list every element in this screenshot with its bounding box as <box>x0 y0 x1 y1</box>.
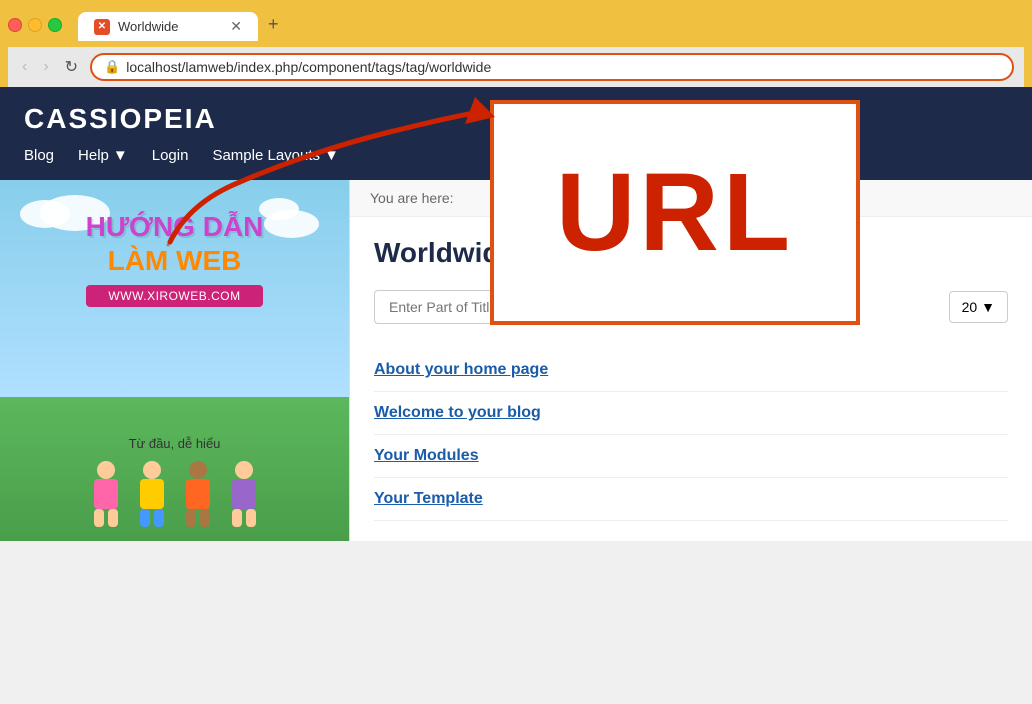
per-page-value: 20 <box>962 299 978 315</box>
article-list: About your home page Welcome to your blo… <box>374 349 1008 521</box>
nav-sample-layouts[interactable]: Sample Layouts ▼ <box>212 147 338 164</box>
active-tab[interactable]: ✕ Worldwide ✕ <box>78 12 258 41</box>
forward-button[interactable]: › <box>39 56 52 78</box>
article-link-2[interactable]: Welcome to your blog <box>374 404 541 421</box>
tab-bar: ✕ Worldwide ✕ + <box>78 8 289 41</box>
nav-sample-layouts-label: Sample Layouts <box>212 147 320 164</box>
main-wrapper: HƯỚNG DẪN LÀM WEB WWW.XIROWEB.COM <box>0 180 1032 541</box>
title-filter-input[interactable] <box>374 290 554 324</box>
sidebar-title-2: LÀM WEB <box>86 244 264 278</box>
list-item: Your Modules <box>374 435 1008 478</box>
nav-help-arrow: ▼ <box>113 147 128 164</box>
address-bar-row: ‹ › ↻ 🔒 <box>8 47 1024 87</box>
article-link-4[interactable]: Your Template <box>374 490 483 507</box>
breadcrumb-bar: You are here: <box>350 180 1032 217</box>
nav-help-label: Help <box>78 147 109 164</box>
tab-title: Worldwide <box>118 19 222 34</box>
nav-help[interactable]: Help ▼ <box>78 147 128 164</box>
nav-sample-layouts-arrow: ▼ <box>324 147 339 164</box>
breadcrumb-label: You are here: <box>370 190 454 206</box>
minimize-button[interactable] <box>28 18 42 32</box>
back-button[interactable]: ‹ <box>18 56 31 78</box>
tab-favicon: ✕ <box>94 19 110 35</box>
nav-blog[interactable]: Blog <box>24 147 54 164</box>
address-bar-input[interactable] <box>126 59 1000 75</box>
per-page-arrow: ▼ <box>981 299 995 315</box>
list-item: Your Template <box>374 478 1008 521</box>
article-link-3[interactable]: Your Modules <box>374 447 479 464</box>
list-item: Welcome to your blog <box>374 392 1008 435</box>
tab-close-button[interactable]: ✕ <box>230 18 242 35</box>
filter-row: Filter Clear 20 ▼ <box>374 289 1008 325</box>
sidebar-image: HƯỚNG DẪN LÀM WEB WWW.XIROWEB.COM <box>0 180 349 541</box>
site-header: CASSIOPEIA Blog Help ▼ Login Sample Layo… <box>0 87 1032 180</box>
sidebar-url-badge: WWW.XIROWEB.COM <box>86 285 264 307</box>
address-bar-container: 🔒 <box>90 53 1014 81</box>
nav-login[interactable]: Login <box>152 147 189 164</box>
main-content: You are here: Worldwide Filter Clear 20 … <box>350 180 1032 541</box>
sidebar: HƯỚNG DẪN LÀM WEB WWW.XIROWEB.COM <box>0 180 350 541</box>
sidebar-title-1: HƯỚNG DẪN <box>86 210 264 244</box>
close-button[interactable] <box>8 18 22 32</box>
lock-icon: 🔒 <box>104 59 120 75</box>
refresh-button[interactable]: ↻ <box>61 55 82 79</box>
article-link-1[interactable]: About your home page <box>374 361 548 378</box>
sidebar-subtitle: Từ đầu, dễ hiểu <box>129 436 221 451</box>
content-area: Worldwide Filter Clear 20 ▼ About your h… <box>350 217 1032 541</box>
site-nav: Blog Help ▼ Login Sample Layouts ▼ <box>24 147 1008 164</box>
site-logo: CASSIOPEIA <box>24 103 1008 135</box>
new-tab-button[interactable]: + <box>258 8 289 41</box>
page-title: Worldwide <box>374 237 1008 269</box>
per-page-select[interactable]: 20 ▼ <box>949 291 1008 323</box>
maximize-button[interactable] <box>48 18 62 32</box>
filter-button[interactable]: Filter <box>562 290 629 324</box>
clear-button[interactable]: Clear <box>637 289 708 325</box>
traffic-lights <box>8 18 62 32</box>
list-item: About your home page <box>374 349 1008 392</box>
